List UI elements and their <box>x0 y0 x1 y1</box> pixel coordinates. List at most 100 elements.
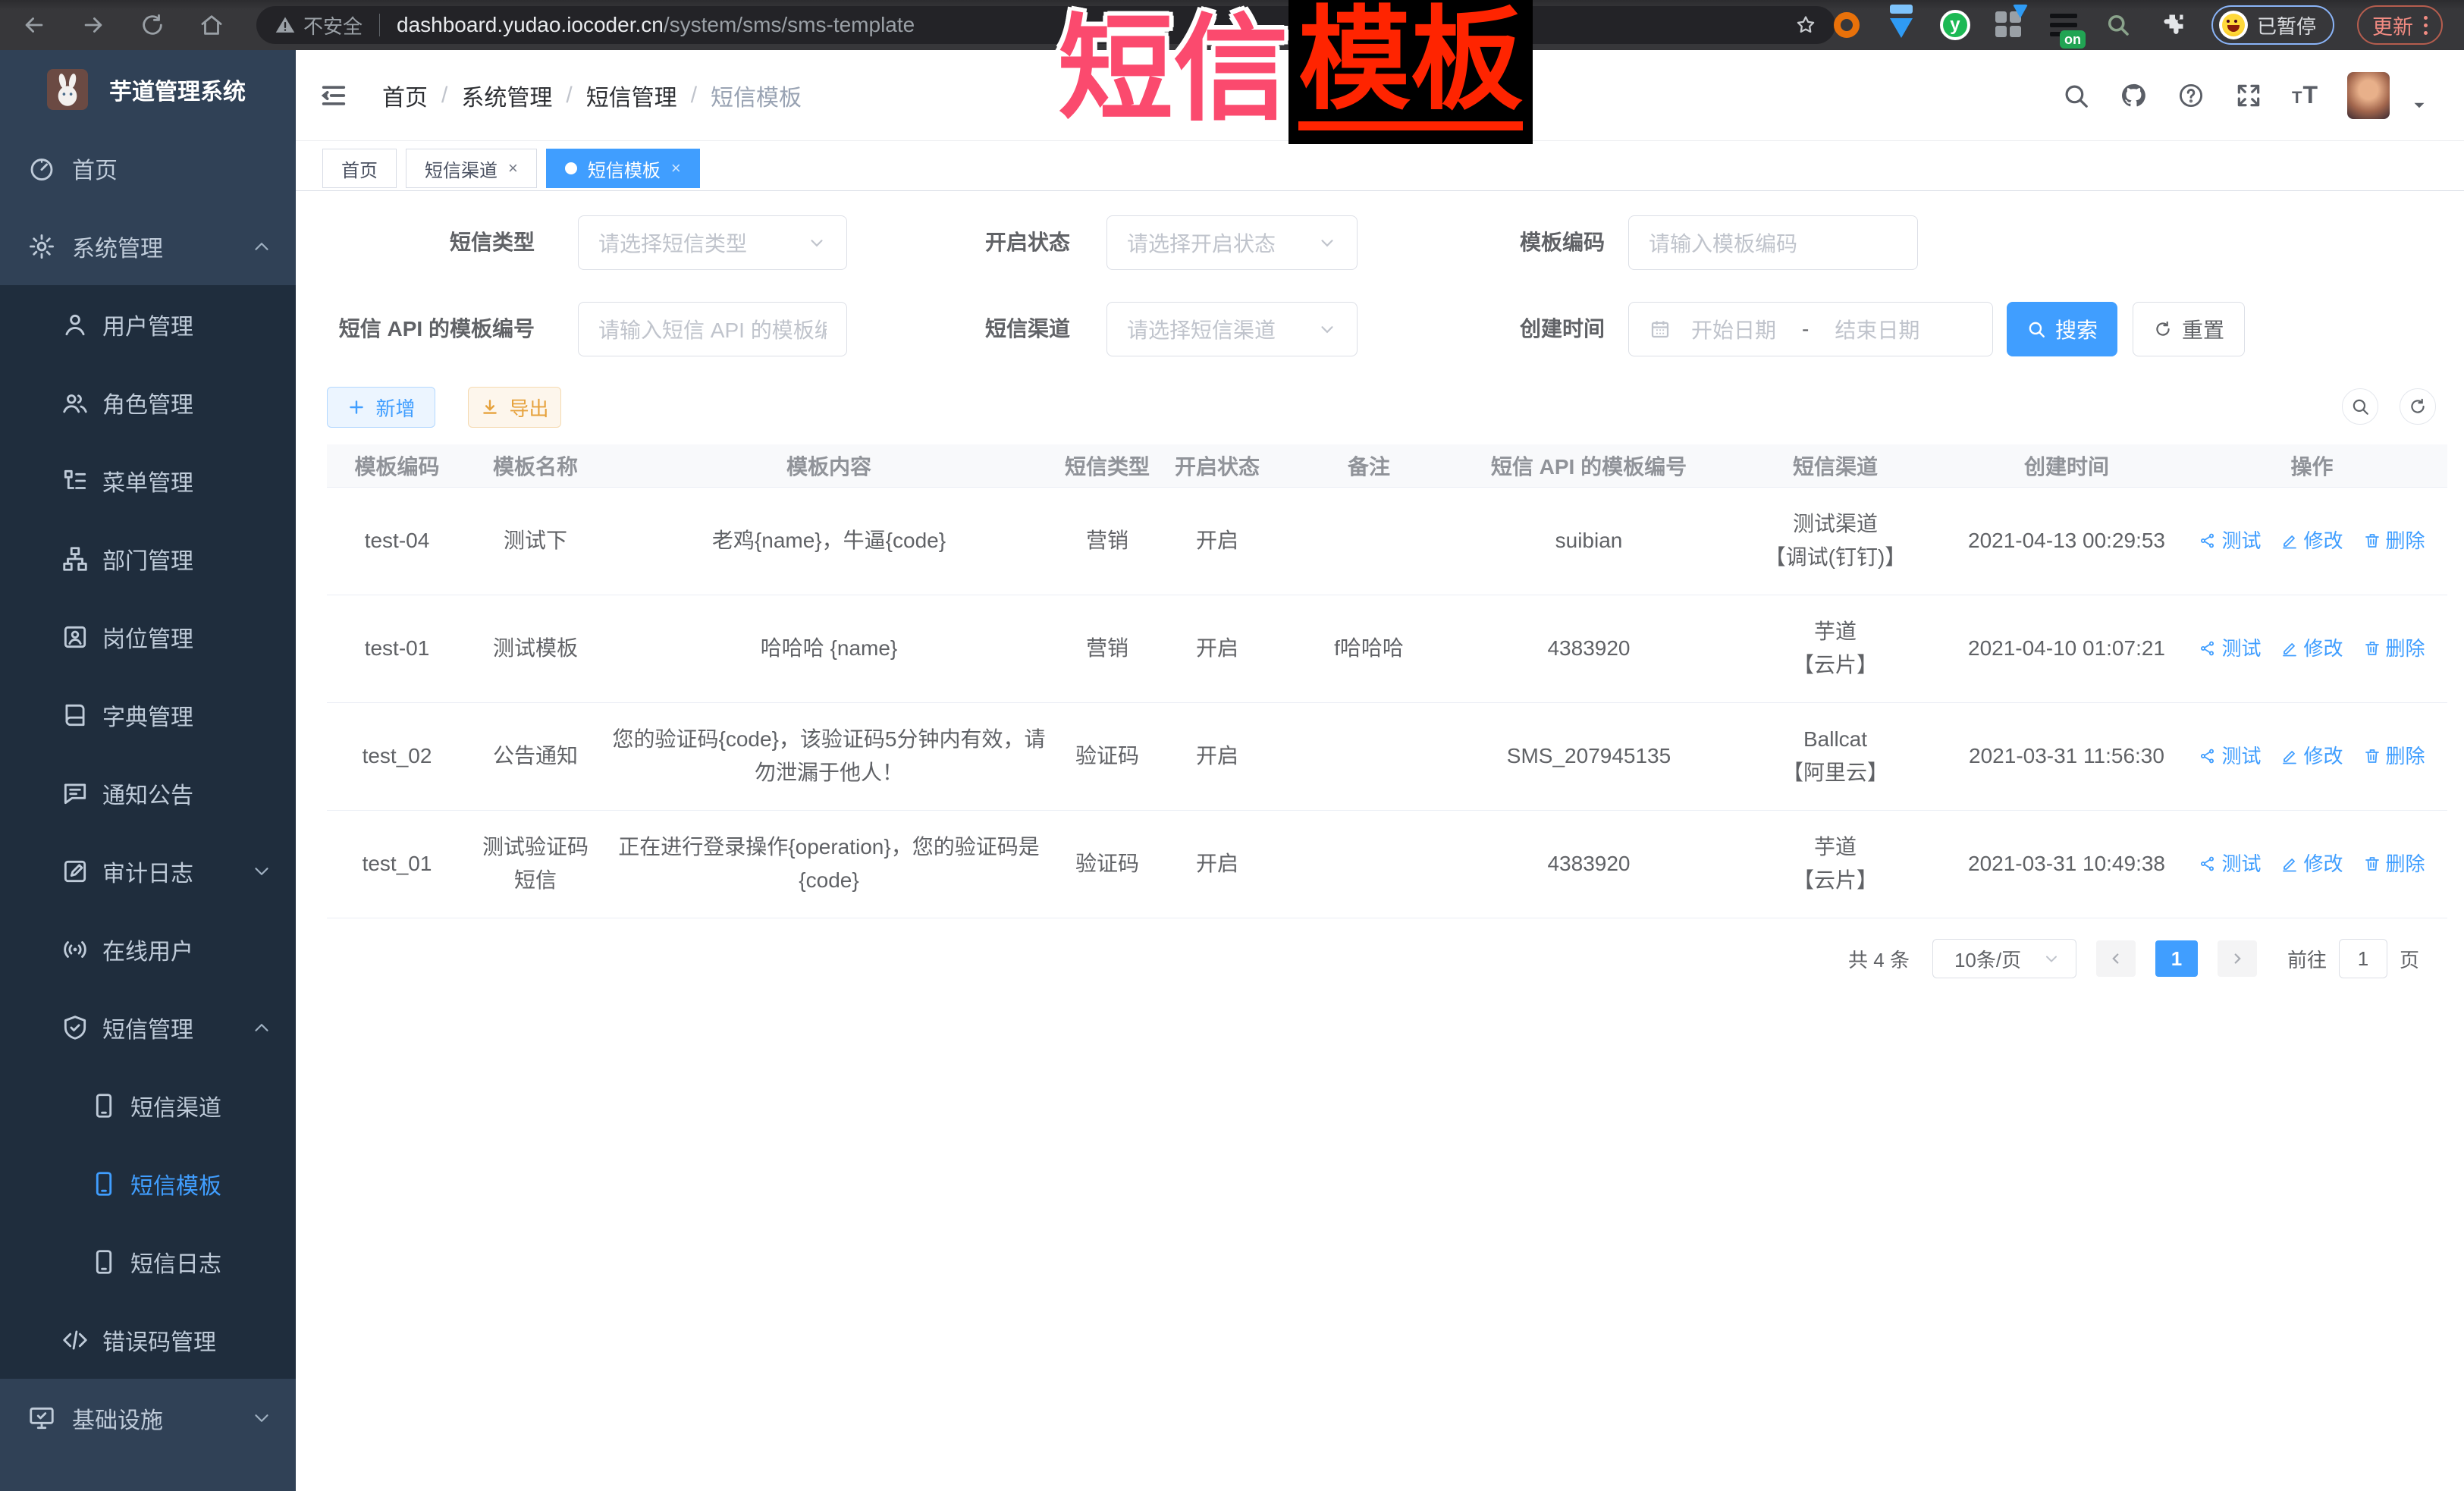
browser-home-icon[interactable] <box>199 12 224 38</box>
github-icon[interactable] <box>2119 81 2148 110</box>
action-label: 测试 <box>2221 739 2261 773</box>
row-action-测试[interactable]: 测试 <box>2199 524 2261 557</box>
cell-api_template_id: SMS_207945135 <box>1464 702 1714 810</box>
page-size-select[interactable]: 10条/页 <box>1932 939 2076 978</box>
sidebar-item-通知公告[interactable]: 通知公告 <box>0 754 296 832</box>
browser-menu-icon[interactable] <box>2424 16 2428 35</box>
table-column-header: 短信 API 的模板编号 <box>1464 444 1714 487</box>
row-action-修改[interactable]: 修改 <box>2280 847 2343 880</box>
tab-label: 短信渠道 <box>425 155 498 182</box>
address-bar[interactable]: 不安全 dashboard.yudao.iocoder.cn/system/sm… <box>256 6 1835 44</box>
export-button[interactable]: 导出 <box>468 387 561 428</box>
filter-label-sms-type: 短信类型 <box>296 215 535 270</box>
sidebar-item-label: 菜单管理 <box>0 464 193 498</box>
app-logo-row[interactable]: 芋道管理系统 <box>0 50 296 129</box>
row-action-修改[interactable]: 修改 <box>2280 739 2343 773</box>
tab-短信模板[interactable]: 短信模板× <box>546 149 700 188</box>
channel-line: 【云片】 <box>1722 648 1949 682</box>
reset-button[interactable]: 重置 <box>2133 302 2245 356</box>
user-avatar[interactable] <box>2347 72 2390 119</box>
sidebar-item-部门管理[interactable]: 部门管理 <box>0 519 296 598</box>
user-icon <box>61 310 89 339</box>
row-action-删除[interactable]: 删除 <box>2363 524 2425 557</box>
tab-短信渠道[interactable]: 短信渠道 × <box>406 149 537 188</box>
share-icon <box>2199 639 2217 658</box>
add-button[interactable]: 新增 <box>327 387 435 428</box>
row-action-修改[interactable]: 修改 <box>2280 632 2343 665</box>
sidebar-item-短信渠道[interactable]: 短信渠道 <box>0 1066 296 1144</box>
fullscreen-icon[interactable] <box>2234 81 2263 110</box>
sidebar-item-审计日志[interactable]: 审计日志 <box>0 832 296 910</box>
table-column-header: 短信渠道 <box>1714 444 1957 487</box>
browser-update-button[interactable]: 更新 <box>2357 5 2443 45</box>
sidebar-item-首页[interactable]: 首页 <box>0 129 296 207</box>
extension-gem-icon[interactable] <box>1885 9 1917 41</box>
edit-icon <box>2280 532 2299 550</box>
sidebar-item-用户管理[interactable]: 用户管理 <box>0 285 296 363</box>
sidebar-item-短信模板[interactable]: 短信模板 <box>0 1144 296 1223</box>
sidebar-item-菜单管理[interactable]: 菜单管理 <box>0 441 296 519</box>
channel-select[interactable]: 请选择短信渠道 <box>1106 302 1358 356</box>
search-icon[interactable] <box>2061 81 2090 110</box>
sidebar-item-错误码管理[interactable]: 错误码管理 <box>0 1301 296 1379</box>
status-select[interactable]: 请选择开启状态 <box>1106 215 1358 270</box>
browser-forward-icon[interactable] <box>80 12 106 38</box>
template-code-input[interactable]: 请输入模板编码 <box>1628 215 1918 270</box>
extensions-puzzle-icon[interactable] <box>2157 9 2189 41</box>
extension-magnifier-icon[interactable] <box>2102 9 2134 41</box>
sidebar-item-基础设施[interactable]: 基础设施 <box>0 1379 296 1457</box>
tab-首页[interactable]: 首页 <box>322 149 397 188</box>
sms-type-select[interactable]: 请选择短信类型 <box>578 215 847 270</box>
sidebar-item-短信日志[interactable]: 短信日志 <box>0 1223 296 1301</box>
font-size-icon[interactable]: TT <box>2292 81 2318 109</box>
sidebar-item-字典管理[interactable]: 字典管理 <box>0 676 296 754</box>
extension-list-icon[interactable]: on <box>2048 9 2079 41</box>
create-time-range-picker[interactable]: 开始日期 - 结束日期 <box>1628 302 1993 356</box>
api-template-id-input[interactable]: 请输入短信 API 的模板编 <box>578 302 847 356</box>
row-action-删除[interactable]: 删除 <box>2363 739 2425 773</box>
row-action-测试[interactable]: 测试 <box>2199 847 2261 880</box>
sidebar-item-岗位管理[interactable]: 岗位管理 <box>0 598 296 676</box>
extension-grid-icon[interactable] <box>1993 9 2025 41</box>
prev-page-button[interactable] <box>2096 940 2136 977</box>
sidebar-item-角色管理[interactable]: 角色管理 <box>0 363 296 441</box>
breadcrumb-item[interactable]: 短信管理 <box>586 79 677 112</box>
refresh-table-button[interactable] <box>2400 388 2436 425</box>
toggle-search-button[interactable] <box>2342 388 2378 425</box>
sidebar-item-短信管理[interactable]: 短信管理 <box>0 988 296 1066</box>
sidebar-item-系统管理[interactable]: 系统管理 <box>0 207 296 285</box>
breadcrumb-item[interactable]: 首页 <box>382 79 428 112</box>
row-action-测试[interactable]: 测试 <box>2199 632 2261 665</box>
tab-close-icon[interactable]: × <box>671 159 681 178</box>
sidebar: 芋道管理系统 首页系统管理用户管理角色管理菜单管理部门管理岗位管理字典管理通知公… <box>0 50 296 1491</box>
help-icon[interactable] <box>2177 81 2205 110</box>
edit-icon <box>2280 747 2299 765</box>
row-action-删除[interactable]: 删除 <box>2363 847 2425 880</box>
breadcrumb-item[interactable]: 系统管理 <box>461 79 552 112</box>
trash-icon <box>2363 639 2381 658</box>
extension-y-icon[interactable]: y <box>1940 10 1970 40</box>
next-page-button[interactable] <box>2218 940 2257 977</box>
row-action-删除[interactable]: 删除 <box>2363 632 2425 665</box>
extension-orange-icon[interactable] <box>1831 9 1863 41</box>
cell-status: 开启 <box>1160 595 1274 702</box>
security-label: 不安全 <box>303 11 363 39</box>
sidebar-item-在线用户[interactable]: 在线用户 <box>0 910 296 988</box>
cell-status: 开启 <box>1160 810 1274 918</box>
chevron-down-icon <box>1317 233 1337 253</box>
tab-close-icon[interactable]: × <box>508 159 518 178</box>
security-warning[interactable]: 不安全 <box>275 11 363 39</box>
row-action-测试[interactable]: 测试 <box>2199 739 2261 773</box>
cell-name: 测试模板 <box>467 595 604 702</box>
browser-profile-button[interactable]: 已暂停 <box>2211 5 2334 45</box>
browser-reload-icon[interactable] <box>140 12 165 38</box>
bookmark-star-icon[interactable] <box>1794 14 1817 36</box>
table-header-row: 模板编码模板名称模板内容短信类型开启状态备注短信 API 的模板编号短信渠道创建… <box>327 444 2447 487</box>
page-number-1[interactable]: 1 <box>2155 940 2198 977</box>
avatar-dropdown-icon[interactable] <box>2409 96 2429 115</box>
search-button[interactable]: 搜索 <box>2007 302 2117 356</box>
row-action-修改[interactable]: 修改 <box>2280 524 2343 557</box>
browser-back-icon[interactable] <box>21 12 47 38</box>
sidebar-collapse-icon[interactable] <box>319 80 349 111</box>
goto-page-input[interactable] <box>2339 939 2387 978</box>
